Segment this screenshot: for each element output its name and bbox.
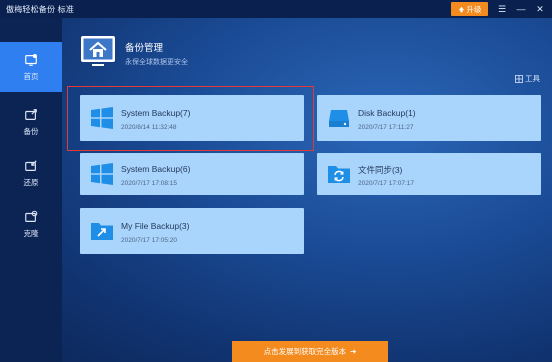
minimize-button[interactable]: —: [515, 3, 527, 15]
sync-folder-icon: [328, 166, 350, 183]
upgrade-button[interactable]: 升级: [451, 2, 488, 16]
selection-highlight: [67, 86, 314, 151]
sidebar-item-label: 首页: [23, 71, 39, 81]
upgrade-label: 升级: [466, 4, 482, 14]
promo-button[interactable]: 点击发展到获取完全版本 ➜: [232, 341, 388, 362]
sidebar-item-home[interactable]: 首页: [0, 42, 62, 92]
page-title: 备份管理: [125, 43, 164, 54]
task-name: System Backup(6): [121, 164, 191, 174]
task-time: 2020/7/17 17:11:27: [358, 124, 414, 131]
disk-icon: [329, 110, 349, 127]
app-window: 傲梅轻松备份 标准 升级 ☰ — ✕ 首页 备份 还原 克隆 备份管理 永保全球…: [0, 0, 552, 362]
arrow-right-icon: ➜: [350, 347, 357, 356]
task-name: 文件同步(3): [358, 165, 403, 175]
task-time: 2020/7/17 17:08:15: [121, 180, 178, 187]
task-card-disk-backup-1[interactable]: Disk Backup(1) 2020/7/17 17:11:27: [317, 95, 541, 141]
app-title: 傲梅轻松备份 标准: [6, 4, 75, 14]
task-time: 2020/7/17 17:05:20: [121, 237, 178, 244]
sidebar-item-label: 备份: [23, 126, 39, 136]
page-subtitle: 永保全球数据更安全: [125, 59, 188, 66]
task-time: 2020/7/17 17:07:17: [358, 180, 415, 187]
backup-icon: [25, 108, 37, 120]
tools-label: 工具: [525, 74, 540, 83]
upgrade-arrow-icon: [458, 6, 464, 12]
menu-icon[interactable]: ☰: [496, 3, 508, 15]
task-name: Disk Backup(1): [358, 108, 416, 118]
task-card-system-backup-6[interactable]: System Backup(6) 2020/7/17 17:08:15: [80, 153, 304, 195]
promo-label: 点击发展到获取完全版本: [263, 347, 347, 356]
sidebar-item-restore[interactable]: 还原: [0, 148, 62, 198]
grid-icon: [515, 74, 523, 83]
task-name: My File Backup(3): [121, 221, 190, 231]
sidebar: 首页 备份 还原 克隆: [0, 18, 62, 362]
tools-button[interactable]: 工具: [515, 73, 540, 84]
sidebar-item-backup[interactable]: 备份: [0, 97, 62, 147]
sidebar-item-clone[interactable]: 克隆: [0, 199, 62, 249]
file-backup-folder-icon: [91, 223, 113, 240]
sidebar-item-label: 还原: [23, 177, 39, 187]
task-card-my-file-backup-3[interactable]: My File Backup(3) 2020/7/17 17:05:20: [80, 208, 304, 254]
sidebar-item-label: 克隆: [23, 228, 39, 238]
close-button[interactable]: ✕: [534, 3, 546, 15]
task-card-file-sync-3[interactable]: 文件同步(3) 2020/7/17 17:07:17: [317, 153, 541, 195]
home-icon: [25, 53, 37, 66]
backup-management-icon: [81, 36, 115, 66]
windows-icon: [91, 163, 113, 185]
restore-icon: [25, 159, 37, 171]
clone-icon: [25, 210, 38, 222]
